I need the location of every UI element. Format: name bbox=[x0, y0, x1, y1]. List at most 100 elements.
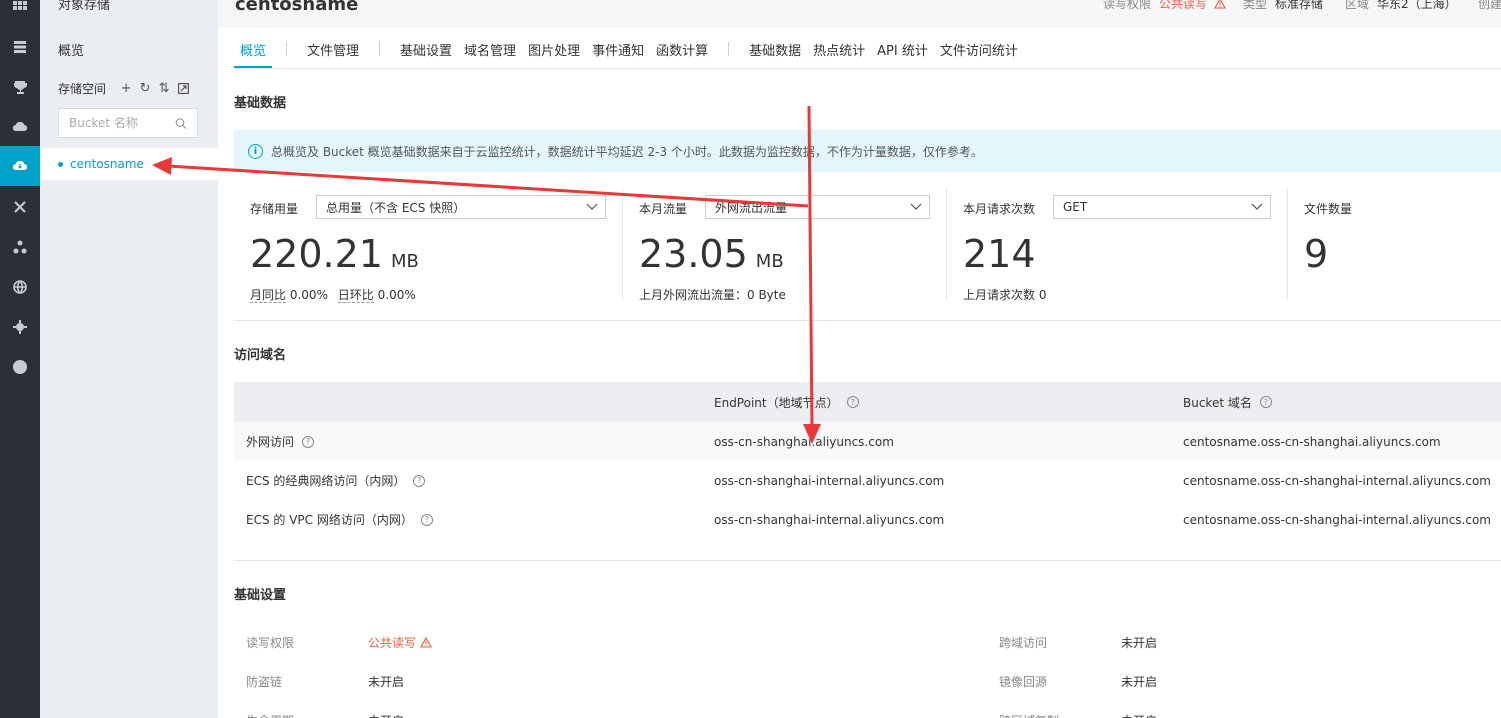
access-type: 外网访问? bbox=[246, 422, 315, 461]
expand-icon[interactable] bbox=[177, 83, 189, 95]
endpoint-value: oss-cn-shanghai-internal.aliyuncs.com bbox=[714, 512, 945, 527]
info-icon: i bbox=[248, 143, 263, 159]
access-domain-table: EndPoint（地域节点）? Bucket 域名? 外网访问? oss-cn-… bbox=[234, 382, 1501, 539]
help-icon[interactable]: ? bbox=[1259, 396, 1272, 408]
acl-value: 公共读写 bbox=[1159, 0, 1208, 11]
chevron-down-icon bbox=[910, 203, 922, 210]
last-month-requests-label: 上月请求次数 bbox=[963, 288, 1036, 302]
help-icon[interactable]: ? bbox=[420, 513, 433, 526]
sidebar-bucket-name: centosname bbox=[70, 157, 144, 171]
refresh-icon[interactable]: ↻ bbox=[139, 82, 151, 95]
sidebar-item-overview[interactable]: 概览 bbox=[58, 40, 84, 59]
storage-usage-unit: MB bbox=[390, 251, 419, 272]
tab-hotspot-stats[interactable]: 热点统计 bbox=[807, 30, 871, 68]
settings-row: 读写权限 公共读写 跨域访问 未开启 bbox=[234, 622, 1501, 662]
tab-function-compute[interactable]: 函数计算 bbox=[650, 30, 714, 68]
storage-usage-label: 存储用量 bbox=[250, 202, 299, 216]
last-month-requests-value: 0 bbox=[1038, 288, 1047, 302]
access-type-label: ECS 的 VPC 网络访问（内网） bbox=[246, 513, 413, 527]
storage-usage-select[interactable]: 总用量（不含 ECS 快照） bbox=[316, 195, 606, 219]
monthly-traffic-number: 23.05 bbox=[639, 232, 748, 276]
file-count-label: 文件数量 bbox=[1304, 202, 1353, 216]
add-icon[interactable]: + bbox=[120, 82, 132, 95]
monthly-traffic-card: 本月流量 外网流出流量 23.05 MB 上月外网流出流量：0 Byte bbox=[623, 188, 946, 302]
traffic-type-select[interactable]: 外网流出流量 bbox=[705, 195, 930, 219]
type-value: 标准存储 bbox=[1275, 0, 1324, 11]
gear-cloud-icon[interactable] bbox=[0, 307, 40, 347]
section-divider bbox=[234, 560, 1501, 561]
tab-image-processing[interactable]: 图片处理 bbox=[522, 30, 586, 68]
section-divider bbox=[234, 320, 1501, 321]
storage-usage-value: 220.21 MB bbox=[250, 232, 419, 276]
tab-separator bbox=[379, 42, 381, 56]
help-icon[interactable]: ? bbox=[413, 474, 426, 487]
sort-icon[interactable]: ⇅ bbox=[158, 82, 170, 95]
setting-value: 未开启 bbox=[368, 700, 404, 718]
cloud-database-icon[interactable] bbox=[0, 107, 40, 147]
request-method-select-value: GET bbox=[1063, 200, 1088, 214]
tab-separator bbox=[728, 42, 730, 56]
help-icon[interactable]: ? bbox=[846, 396, 859, 408]
file-count-card: 文件数量 9 bbox=[1288, 188, 1501, 300]
request-method-select[interactable]: GET bbox=[1053, 195, 1271, 219]
tab-api-stats[interactable]: API 统计 bbox=[871, 30, 934, 68]
settings-row: 生命周期 未开启 跨区域复制 未开启 bbox=[234, 700, 1501, 718]
storage-space-header: 存储空间 + ↻ ⇅ bbox=[58, 80, 203, 97]
product-sidebar: 对象存储 概览 存储空间 + ↻ ⇅ centosname bbox=[40, 0, 218, 718]
sidebar-bucket-item[interactable]: centosname bbox=[40, 148, 218, 180]
monthly-traffic-value: 23.05 MB bbox=[639, 232, 784, 276]
settings-row: 防盗链 未开启 镜像回源 未开启 bbox=[234, 661, 1501, 701]
circle-icon[interactable] bbox=[0, 347, 40, 387]
region-meta: 区域 华东2（上海） bbox=[1345, 0, 1457, 12]
server-icon[interactable] bbox=[0, 27, 40, 67]
table-header-row: EndPoint（地域节点）? Bucket 域名? bbox=[234, 382, 1501, 422]
oss-cloud-icon[interactable] bbox=[0, 146, 40, 186]
endpoint-header-label: EndPoint（地域节点） bbox=[714, 395, 839, 410]
setting-value: 公共读写 bbox=[368, 622, 432, 662]
globe-icon[interactable] bbox=[0, 267, 40, 307]
tab-basic-data[interactable]: 基础数据 bbox=[743, 30, 807, 68]
tab-file-access-stats[interactable]: 文件访问统计 bbox=[934, 30, 1024, 68]
monthly-traffic-unit: MB bbox=[755, 251, 784, 272]
storage-comparison: 月同比 0.00% 日环比 0.00% bbox=[250, 286, 416, 303]
network-nodes-icon[interactable] bbox=[0, 227, 40, 267]
trophy-icon[interactable] bbox=[0, 67, 40, 107]
monthly-requests-value: 214 bbox=[963, 232, 1036, 276]
bucket-domain-header-label: Bucket 域名 bbox=[1183, 395, 1252, 410]
setting-value: 未开启 bbox=[368, 674, 405, 689]
table-header-bucket-domain: Bucket 域名? bbox=[1183, 382, 1272, 422]
tab-basic-settings[interactable]: 基础设置 bbox=[394, 30, 458, 68]
cross-tools-icon[interactable] bbox=[0, 187, 40, 227]
bucket-header: centosname 读写权限 公共读写 类型 标准存储 区域 华东2（上海） 创建 bbox=[218, 0, 1501, 28]
storage-usage-select-value: 总用量（不含 ECS 快照） bbox=[326, 200, 466, 215]
last-month-traffic: 上月外网流出流量：0 Byte bbox=[639, 288, 786, 302]
access-type: ECS 的 VPC 网络访问（内网）? bbox=[246, 500, 433, 539]
setting-label: 读写权限 bbox=[246, 635, 295, 650]
table-row: ECS 的经典网络访问（内网）? oss-cn-shanghai-interna… bbox=[234, 461, 1501, 500]
warning-icon bbox=[420, 636, 432, 648]
tab-domain-management[interactable]: 域名管理 bbox=[458, 30, 522, 68]
apps-grid-icon[interactable] bbox=[0, 0, 40, 28]
setting-value: 未开启 bbox=[1121, 674, 1158, 689]
type-label: 类型 bbox=[1243, 0, 1268, 11]
icon-rail bbox=[0, 0, 40, 718]
access-type-label: 外网访问 bbox=[246, 435, 295, 449]
help-icon[interactable]: ? bbox=[302, 435, 315, 448]
table-header-endpoint: EndPoint（地域节点）? bbox=[714, 382, 859, 422]
monitoring-notice: i 总概览及 Bucket 概览基础数据来自于云监控统计，数据统计平均延迟 2-… bbox=[234, 130, 1501, 172]
setting-value: 未开启 bbox=[1121, 635, 1158, 650]
setting-label: 跨区域复制 bbox=[999, 700, 1059, 718]
table-row: ECS 的 VPC 网络访问（内网）? oss-cn-shanghai-inte… bbox=[234, 500, 1501, 539]
bucket-tabs: 概览 文件管理 基础设置 域名管理 图片处理 事件通知 函数计算 基础数据 热点… bbox=[234, 30, 1501, 69]
bucket-domain-value: centosname.oss-cn-shanghai-internal.aliy… bbox=[1183, 512, 1491, 527]
tab-separator bbox=[286, 42, 288, 56]
tab-overview[interactable]: 概览 bbox=[234, 30, 273, 68]
last-month-requests: 上月请求次数 0 bbox=[963, 286, 1046, 303]
access-type: ECS 的经典网络访问（内网）? bbox=[246, 461, 426, 500]
acl-meta: 读写权限 公共读写 bbox=[1103, 0, 1226, 12]
tab-file-management[interactable]: 文件管理 bbox=[301, 30, 365, 68]
tab-event-notification[interactable]: 事件通知 bbox=[586, 30, 650, 68]
monthly-requests-card: 本月请求次数 GET 214 上月请求次数 0 bbox=[947, 188, 1271, 303]
bucket-search-input[interactable] bbox=[69, 116, 176, 130]
search-icon[interactable] bbox=[175, 117, 187, 130]
